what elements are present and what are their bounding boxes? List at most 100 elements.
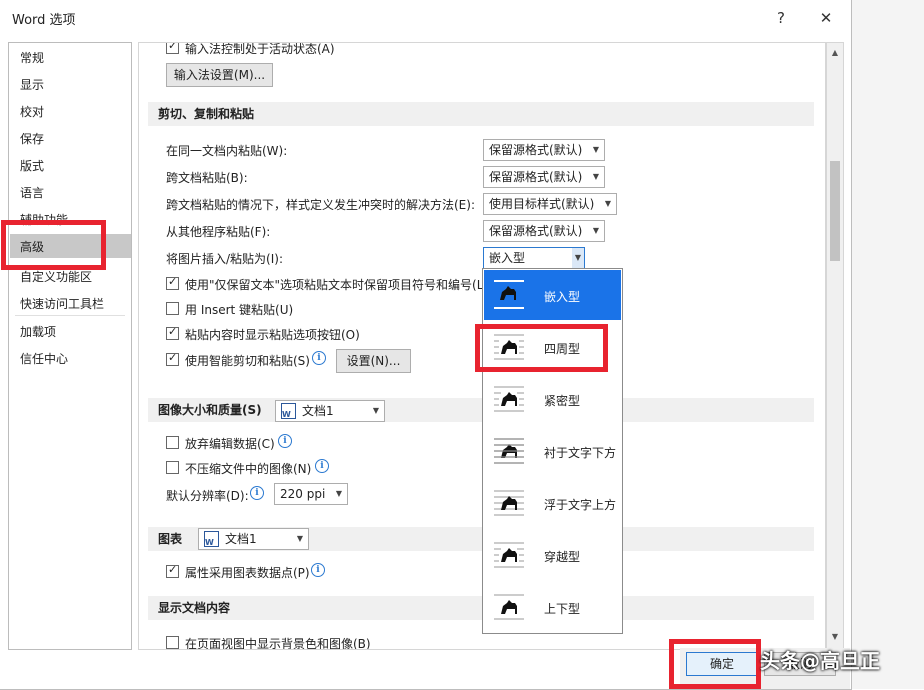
sidebar-item-quick-access[interactable]: 快速访问工具栏 [20,295,104,312]
wrap-option-label: 紧密型 [544,394,581,408]
smart-paste-settings-button[interactable]: 设置(N)... [336,349,411,373]
chevron-down-icon: ▼ [571,248,584,268]
section-title: 图像大小和质量(S) [158,403,262,417]
image-doc-dropdown[interactable]: 文档1 ▼ [275,400,385,425]
dropdown-value: 220 ppi [280,487,326,501]
no-compress-images-checkbox[interactable] [166,461,179,474]
close-button[interactable]: ✕ [814,6,838,30]
behind-text-icon [494,438,524,464]
show-background-label: 在页面视图中显示背景色和图像(B) [185,637,371,650]
section-display-content: 显示文档内容 [148,596,814,620]
wrap-option-label: 嵌入型 [544,290,581,304]
dropdown-value: 保留源格式(默认) [489,170,583,184]
dropdown-value: 保留源格式(默认) [489,224,583,238]
keep-bullets-label: 使用"仅保留文本"选项粘贴文本时保留项目符号和编号(L [185,278,484,292]
paste-style-conflict-dropdown[interactable]: 使用目标样式(默认) ▼ [483,193,617,215]
wrap-option-label: 上下型 [544,602,581,616]
sidebar-item-general[interactable]: 常规 [20,49,44,66]
chevron-down-icon: ▼ [372,406,379,415]
paste-label-cross-doc: 跨文档粘贴(B): [166,171,248,185]
sidebar-item-save[interactable]: 保存 [20,130,44,147]
discard-edit-data-checkbox[interactable] [166,436,179,449]
sidebar-item-trust-center[interactable]: 信任中心 [20,350,68,367]
show-background-checkbox[interactable] [166,636,179,649]
wrap-option-tight[interactable]: 紧密型 [484,374,621,424]
sidebar-item-proofing[interactable]: 校对 [20,103,44,120]
wrap-option-top-bottom[interactable]: 上下型 [484,582,621,632]
sidebar-divider [15,315,125,316]
section-image-quality: 图像大小和质量(S) [148,398,814,422]
dropdown-value: 保留源格式(默认) [489,143,583,157]
show-paste-options-checkbox[interactable] [166,325,179,340]
tight-wrap-icon [494,386,524,412]
scrollbar-thumb[interactable] [830,161,840,261]
title-bar: Word 选项 ? ✕ [0,0,851,36]
dialog-title: Word 选项 [12,13,76,28]
show-paste-options-label: 粘贴内容时显示粘贴选项按钮(O) [185,328,360,342]
vertical-scrollbar[interactable]: ▲ ▼ [826,42,844,650]
info-icon[interactable]: i [250,486,264,500]
resolution-label: 默认分辨率(D): [166,489,249,503]
no-compress-images-label: 不压缩文件中的图像(N) [185,462,312,476]
dropdown-value: 文档1 [225,532,257,546]
chart-data-point-label: 属性采用图表数据点(P) [185,566,310,580]
wrap-option-label: 衬于文字下方 [544,446,617,460]
paste-other-program-dropdown[interactable]: 保留源格式(默认) ▼ [483,220,605,242]
insert-key-paste-checkbox[interactable] [166,302,179,315]
inline-wrap-icon [494,280,524,309]
resolution-dropdown[interactable]: 220 ppi ▼ [274,483,348,505]
top-bottom-wrap-icon [494,594,524,620]
smart-cut-paste-checkbox[interactable] [166,351,179,366]
through-wrap-icon [494,542,524,568]
dropdown-value: 使用目标样式(默认) [489,197,595,211]
scroll-up-icon[interactable]: ▲ [829,47,841,59]
paste-label-other-program: 从其他程序粘贴(F): [166,225,271,239]
highlight-ok-button [669,639,761,689]
info-icon[interactable]: i [312,351,326,365]
keep-bullets-checkbox[interactable] [166,275,179,290]
wrap-option-through[interactable]: 穿越型 [484,530,621,580]
chevron-down-icon: ▼ [592,172,599,181]
background-area [852,0,924,689]
section-title: 图表 [158,532,183,546]
ime-control-checkbox[interactable] [166,43,179,54]
info-icon[interactable]: i [311,563,325,577]
paste-label-same-doc: 在同一文档内粘贴(W): [166,144,288,158]
smart-cut-paste-label: 使用智能剪切和粘贴(S) [185,354,310,368]
word-document-icon [281,403,296,425]
chevron-down-icon: ▼ [296,534,303,543]
sidebar: 常规 显示 校对 保存 版式 语言 辅助功能 高级 自定义功能区 快速访问工具栏… [8,42,132,650]
dropdown-value: 文档1 [302,404,334,418]
paste-cross-doc-dropdown[interactable]: 保留源格式(默认) ▼ [483,166,605,188]
word-options-dialog: Word 选项 ? ✕ 常规 显示 校对 保存 版式 语言 辅助功能 高级 自定… [0,0,852,690]
paste-label-style-conflict: 跨文档粘贴的情况下，样式定义发生冲突时的解决方法(E): [166,198,475,212]
chart-data-point-checkbox[interactable] [166,563,179,578]
discard-edit-data-label: 放弃编辑数据(C) [185,437,275,451]
section-title: 显示文档内容 [158,601,231,615]
section-title: 剪切、复制和粘贴 [158,107,255,121]
sidebar-item-addins[interactable]: 加载项 [20,323,56,340]
sidebar-item-display[interactable]: 显示 [20,76,44,93]
sidebar-item-language[interactable]: 语言 [20,184,44,201]
paste-same-doc-dropdown[interactable]: 保留源格式(默认) ▼ [483,139,605,161]
sidebar-item-layout[interactable]: 版式 [20,157,44,174]
help-button[interactable]: ? [769,6,793,30]
wrap-option-inline[interactable]: 嵌入型 [484,270,621,320]
in-front-text-icon [494,490,524,516]
sidebar-item-customize-ribbon[interactable]: 自定义功能区 [20,268,92,285]
paste-label-picture: 将图片插入/粘贴为(I): [166,252,283,266]
section-cut-copy-paste: 剪切、复制和粘贴 [148,102,814,126]
scroll-down-icon[interactable]: ▼ [829,631,841,643]
info-icon[interactable]: i [315,459,329,473]
highlight-square-option [475,324,608,372]
wrap-style-popup: 嵌入型 四周型 紧密型 衬于文字下方 浮于文字上方 穿越型 上下型 [482,268,623,634]
ime-settings-button[interactable]: 输入法设置(M)... [166,63,273,87]
watermark-text: 头条@高旦正 [760,649,880,673]
wrap-option-in-front-of-text[interactable]: 浮于文字上方 [484,478,621,528]
info-icon[interactable]: i [278,434,292,448]
chart-doc-dropdown[interactable]: 文档1 ▼ [198,528,309,553]
highlight-advanced [1,220,106,270]
wrap-option-behind-text[interactable]: 衬于文字下方 [484,426,621,476]
word-document-icon [204,531,219,553]
picture-wrap-dropdown[interactable]: 嵌入型 ▼ [483,247,585,269]
